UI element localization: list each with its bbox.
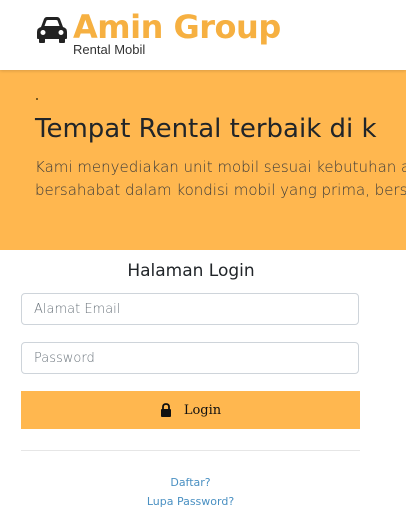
brand-title: Amin Group — [73, 8, 281, 46]
brand-subtitle: Rental Mobil — [73, 42, 146, 57]
hero-dot — [36, 98, 38, 100]
header: Amin Group Rental Mobil — [0, 0, 406, 70]
hero-banner: Tempat Rental terbaik di k Kami menyedia… — [0, 70, 406, 250]
lock-icon — [160, 403, 171, 417]
car-icon — [37, 17, 67, 43]
hero-title: Tempat Rental terbaik di k — [35, 114, 377, 144]
email-field[interactable] — [21, 293, 359, 325]
register-link[interactable]: Daftar? — [21, 476, 360, 489]
divider — [21, 450, 360, 451]
hero-line: bersahabat dalam kondisi mobil yang prim… — [35, 181, 406, 199]
hero-line: Kami menyediakan unit mobil sesuai kebut… — [35, 158, 406, 176]
forgot-password-link[interactable]: Lupa Password? — [21, 495, 360, 508]
login-button-label: Login — [183, 402, 222, 418]
hero-description: Kami menyediakan unit mobil sesuai kebut… — [35, 156, 406, 202]
login-title: Halaman Login — [127, 261, 255, 281]
login-button[interactable]: Login — [21, 391, 360, 429]
password-field[interactable] — [21, 342, 359, 374]
